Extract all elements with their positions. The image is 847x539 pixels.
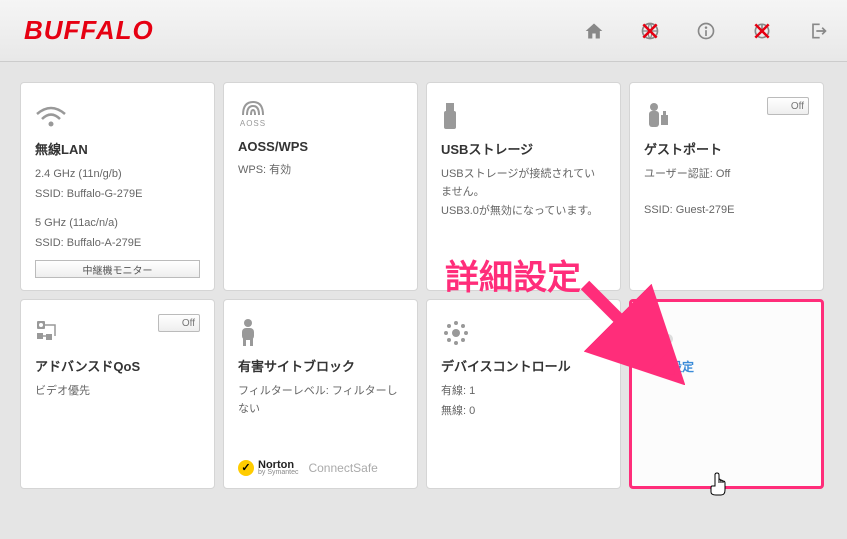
gears-icon bbox=[646, 316, 807, 354]
card-filter[interactable]: 有害サイトブロック フィルターレベル: フィルターしない ✓ Norton by… bbox=[223, 299, 418, 489]
wifi-icon bbox=[35, 97, 200, 135]
power-disabled-icon[interactable] bbox=[751, 20, 773, 42]
usb-status: USBストレージが接続されていません。 bbox=[441, 166, 606, 201]
norton-check-icon: ✓ bbox=[238, 460, 254, 476]
card-body: ユーザー認証: Off SSID: Guest-279E bbox=[644, 166, 809, 219]
usb-icon bbox=[441, 97, 606, 135]
device-icon bbox=[441, 314, 606, 352]
wlan-ssid-g: SSID: Buffalo-G-279E bbox=[35, 186, 200, 204]
card-advanced-settings[interactable]: 詳細設定 bbox=[629, 299, 824, 489]
card-title: 詳細設定 bbox=[646, 358, 807, 375]
dashboard-grid: 無線LAN 2.4 GHz (11n/g/b) SSID: Buffalo-G-… bbox=[0, 62, 847, 509]
repeater-monitor-button[interactable]: 中継機モニター bbox=[35, 260, 200, 278]
card-title: ゲストポート bbox=[644, 139, 809, 158]
card-device-control[interactable]: デバイスコントロール 有線: 1 無線: 0 bbox=[426, 299, 621, 489]
guest-ssid: SSID: Guest-279E bbox=[644, 202, 809, 220]
card-title: デバイスコントロール bbox=[441, 356, 606, 375]
wlan-ssid-a: SSID: Buffalo-A-279E bbox=[35, 235, 200, 253]
card-body: フィルターレベル: フィルターしない bbox=[238, 383, 403, 418]
filter-level: フィルターレベル: フィルターしない bbox=[238, 383, 403, 418]
card-title: USBストレージ bbox=[441, 139, 606, 158]
wired-count: 有線: 1 bbox=[441, 383, 606, 401]
card-body: 2.4 GHz (11n/g/b) SSID: Buffalo-G-279E 5… bbox=[35, 166, 200, 280]
usb3-status: USB3.0が無効になっています。 bbox=[441, 203, 606, 221]
header: BUFFALO bbox=[0, 0, 847, 62]
card-title: AOSS/WPS bbox=[238, 139, 403, 154]
globe-disabled-icon[interactable] bbox=[639, 20, 661, 42]
card-aoss[interactable]: AOSS AOSS/WPS WPS: 有効 bbox=[223, 82, 418, 291]
wps-status: WPS: 有効 bbox=[238, 162, 403, 180]
aoss-icon: AOSS bbox=[238, 97, 403, 135]
card-guest[interactable]: Off ゲストポート ユーザー認証: Off SSID: Guest-279E bbox=[629, 82, 824, 291]
logout-icon[interactable] bbox=[807, 20, 829, 42]
norton-connectsafe: ConnectSafe bbox=[308, 461, 377, 475]
card-title: 無線LAN bbox=[35, 139, 200, 158]
home-icon[interactable] bbox=[583, 20, 605, 42]
qos-mode: ビデオ優先 bbox=[35, 383, 200, 401]
card-body: WPS: 有効 bbox=[238, 162, 403, 180]
wlan-24ghz: 2.4 GHz (11n/g/b) bbox=[35, 166, 200, 184]
person-icon bbox=[238, 314, 403, 352]
card-body: ビデオ優先 bbox=[35, 383, 200, 401]
guest-toggle[interactable]: Off bbox=[767, 97, 809, 115]
brand-logo: BUFFALO bbox=[24, 15, 154, 46]
wlan-5ghz: 5 GHz (11ac/n/a) bbox=[35, 215, 200, 233]
card-qos[interactable]: Off アドバンスドQoS ビデオ優先 bbox=[20, 299, 215, 489]
card-wlan[interactable]: 無線LAN 2.4 GHz (11n/g/b) SSID: Buffalo-G-… bbox=[20, 82, 215, 291]
qos-toggle[interactable]: Off bbox=[158, 314, 200, 332]
aoss-label: AOSS bbox=[238, 119, 268, 128]
guest-auth: ユーザー認証: Off bbox=[644, 166, 809, 184]
norton-sub: by Symantec bbox=[258, 469, 298, 476]
wireless-count: 無線: 0 bbox=[441, 403, 606, 421]
card-title: 有害サイトブロック bbox=[238, 356, 403, 375]
card-body: USBストレージが接続されていません。 USB3.0が無効になっています。 bbox=[441, 166, 606, 221]
info-icon[interactable] bbox=[695, 20, 717, 42]
norton-badge: ✓ Norton by Symantec ConnectSafe bbox=[238, 459, 378, 476]
card-usb[interactable]: USBストレージ USBストレージが接続されていません。 USB3.0が無効にな… bbox=[426, 82, 621, 291]
card-title: アドバンスドQoS bbox=[35, 356, 200, 375]
header-toolbar bbox=[583, 20, 829, 42]
card-body: 有線: 1 無線: 0 bbox=[441, 383, 606, 420]
